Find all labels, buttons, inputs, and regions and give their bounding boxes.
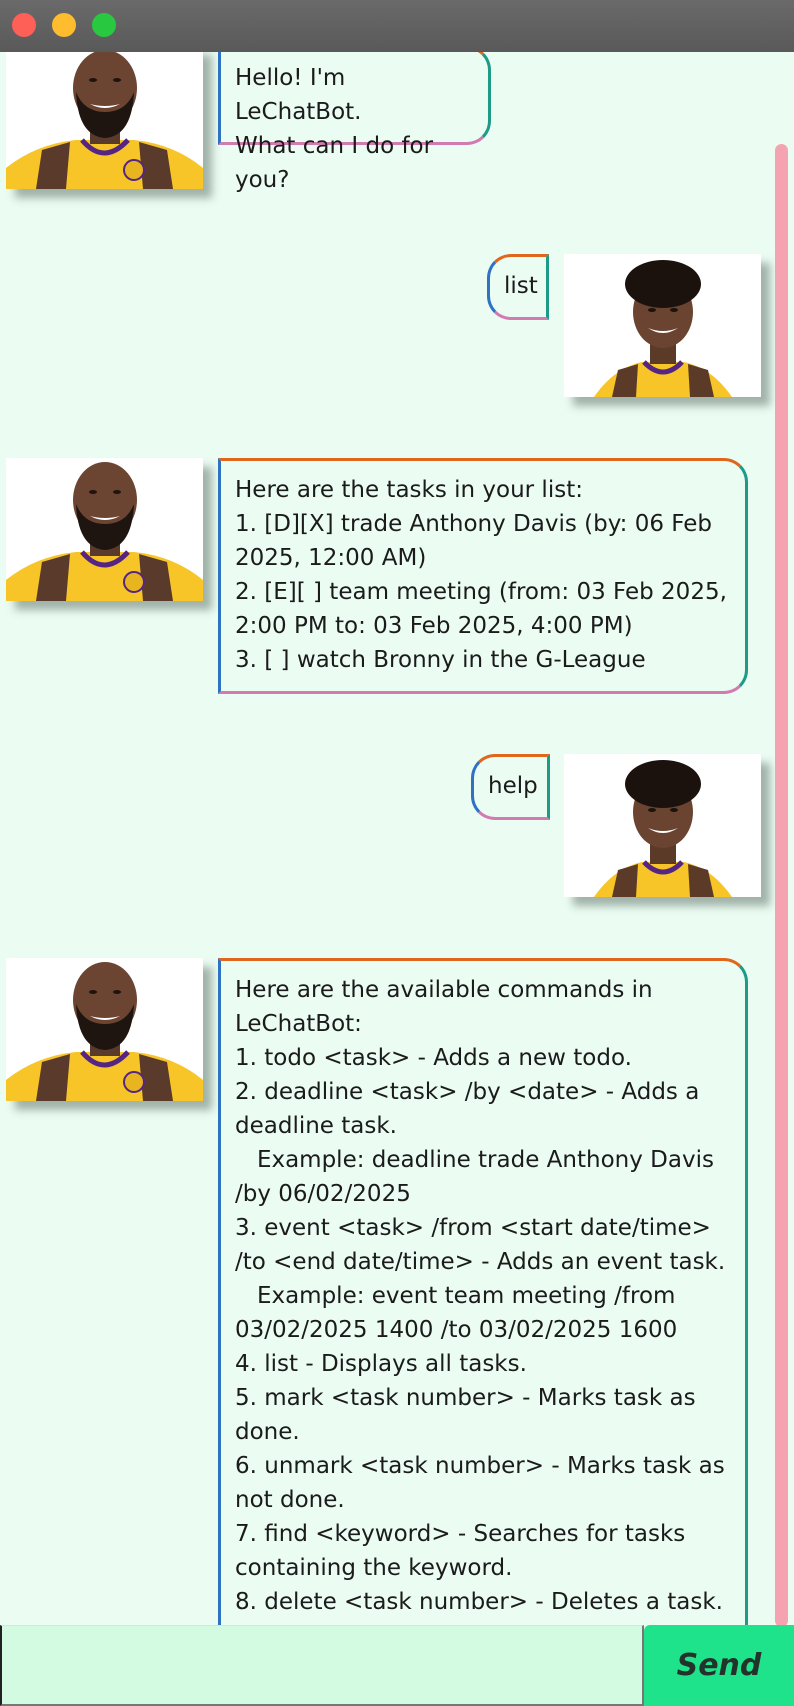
bot-message-bubble: Here are the available commands in LeCha… bbox=[218, 958, 748, 1625]
maximize-window-button[interactable] bbox=[92, 13, 116, 37]
lebron-avatar bbox=[6, 458, 203, 601]
lebron-avatar bbox=[6, 958, 203, 1101]
scrollbar-thumb[interactable] bbox=[775, 144, 788, 1625]
bronny-avatar bbox=[564, 254, 761, 397]
user-message-bubble: list bbox=[487, 254, 549, 320]
chat-scroll-pane[interactable]: Hello! I'm LeChatBot. What can I do for … bbox=[0, 52, 794, 1625]
bronny-avatar bbox=[564, 754, 761, 897]
message-input[interactable] bbox=[0, 1625, 644, 1706]
minimize-window-button[interactable] bbox=[52, 13, 76, 37]
user-message-bubble: help bbox=[471, 754, 550, 820]
bot-message-bubble: Hello! I'm LeChatBot. What can I do for … bbox=[218, 52, 491, 193]
lebron-avatar bbox=[6, 52, 203, 189]
bot-message-bubble: Here are the tasks in your list: 1. [D][… bbox=[218, 458, 748, 694]
send-button[interactable]: Send bbox=[644, 1625, 794, 1706]
window-title-bar bbox=[0, 0, 794, 53]
close-window-button[interactable] bbox=[12, 13, 36, 37]
